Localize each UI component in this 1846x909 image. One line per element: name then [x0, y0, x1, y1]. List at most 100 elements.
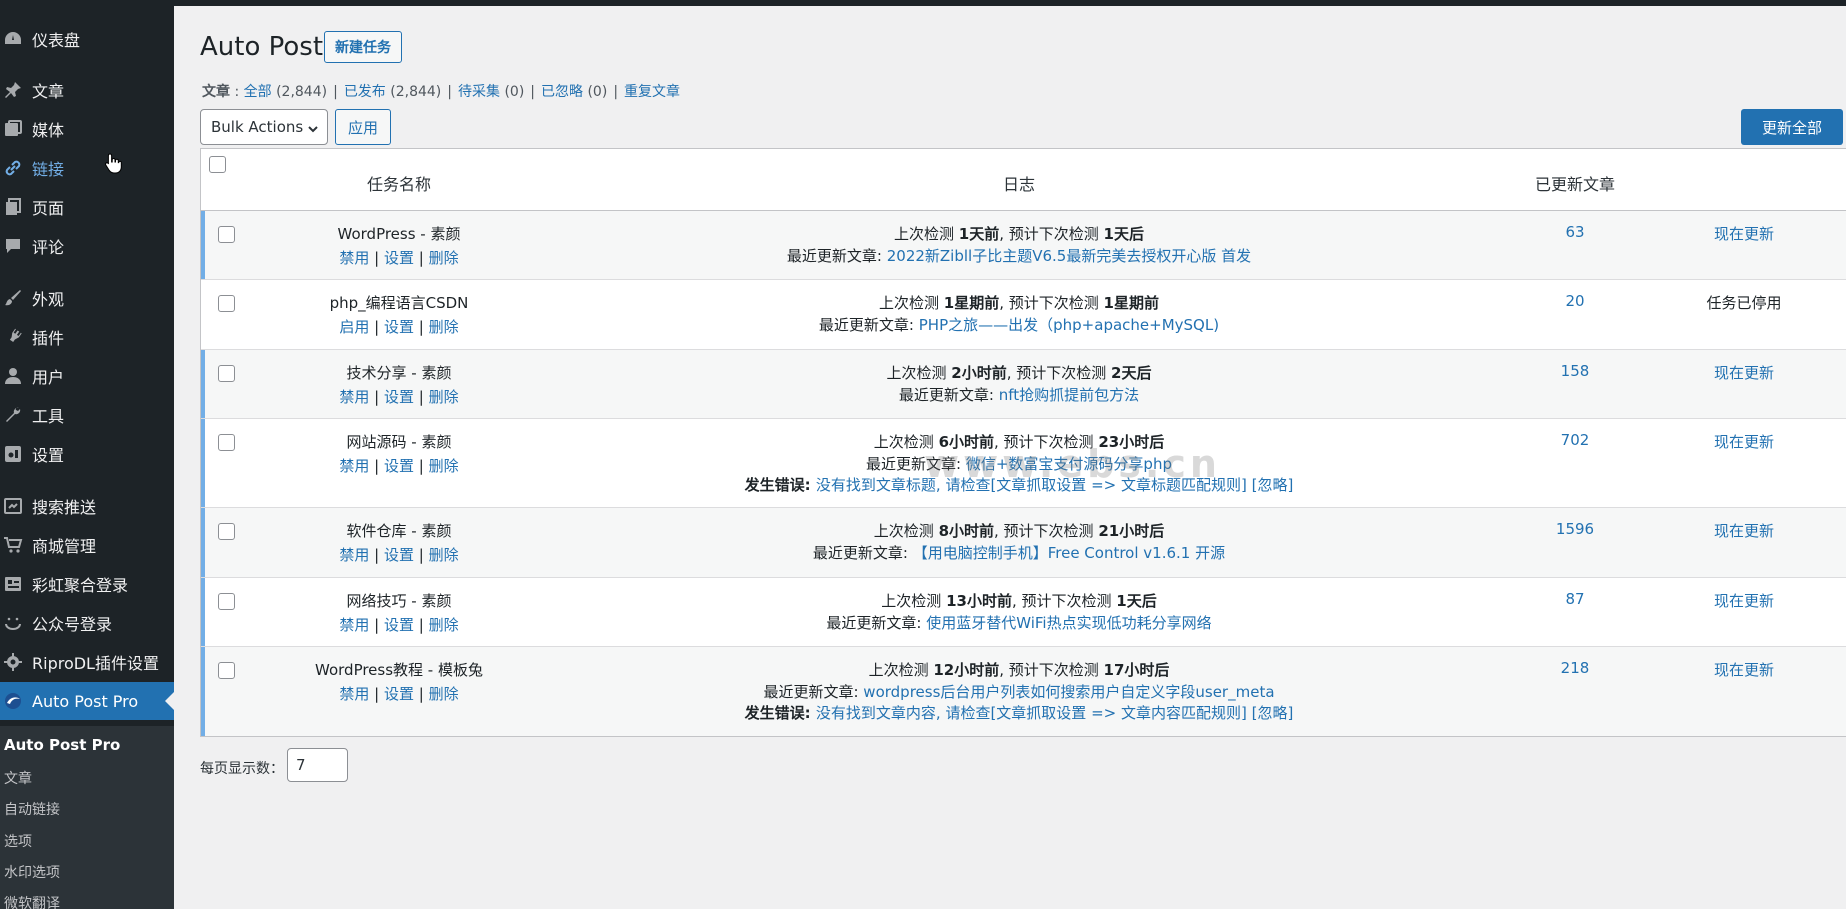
table-row: WordPress - 素颜 禁用 | 设置 | 删除 上次检测 1天前, 预计…	[201, 211, 1846, 280]
updated-count[interactable]: 20	[1565, 292, 1584, 310]
menu-comments[interactable]: 评论	[0, 227, 174, 265]
menu-tools[interactable]: 工具	[0, 396, 174, 434]
column-task-name[interactable]: 任务名称	[367, 171, 431, 195]
login-icon	[2, 573, 24, 595]
task-settings-link[interactable]: 设置	[384, 546, 414, 564]
update-all-button[interactable]: 更新全部	[1741, 109, 1843, 145]
updated-count[interactable]: 87	[1565, 590, 1584, 608]
updated-count[interactable]: 702	[1561, 431, 1590, 449]
row-checkbox[interactable]	[218, 662, 235, 679]
menu-shop[interactable]: 商城管理	[0, 526, 174, 564]
task-settings-link[interactable]: 设置	[384, 388, 414, 406]
task-settings-link[interactable]: 设置	[384, 249, 414, 267]
row-checkbox[interactable]	[218, 434, 235, 451]
menu-label: 用户	[32, 368, 65, 387]
toggle-task-link[interactable]: 禁用	[339, 249, 369, 267]
select-all-checkbox[interactable]	[209, 156, 226, 173]
submenu-auto-post-pro[interactable]: Auto Post Pro	[4, 736, 120, 754]
update-now-link[interactable]: 现在更新	[1714, 431, 1774, 452]
updated-count[interactable]: 63	[1565, 223, 1584, 241]
update-now-link[interactable]: 现在更新	[1714, 590, 1774, 611]
filter-ignored[interactable]: 已忽略 (0)	[541, 84, 607, 100]
toggle-task-link[interactable]: 禁用	[339, 685, 369, 703]
toggle-task-link[interactable]: 启用	[339, 318, 369, 336]
task-settings-link[interactable]: 设置	[384, 318, 414, 336]
update-now-link[interactable]: 现在更新	[1714, 223, 1774, 244]
submenu-options[interactable]: 选项	[4, 831, 32, 851]
submenu-watermark-options[interactable]: 水印选项	[4, 862, 60, 882]
delete-task-link[interactable]: 删除	[429, 388, 459, 406]
bulk-actions-select[interactable]: Bulk Actions	[200, 109, 328, 145]
new-task-button[interactable]: 新建任务	[324, 31, 402, 63]
update-now-link[interactable]: 现在更新	[1714, 362, 1774, 383]
column-log: 日志	[1002, 175, 1036, 194]
delete-task-link[interactable]: 删除	[429, 457, 459, 475]
task-settings-link[interactable]: 设置	[384, 616, 414, 634]
latest-post-link[interactable]: 【用电脑控制手机】Free Control v1.6.1 开源	[913, 544, 1225, 562]
error-detail-link[interactable]: 没有找到文章内容, 请检查[文章抓取设置 => 文章内容匹配规则]	[816, 704, 1247, 722]
updated-count[interactable]: 158	[1561, 362, 1590, 380]
menu-auto-post-pro[interactable]: Auto Post Pro	[0, 682, 174, 720]
row-checkbox[interactable]	[218, 593, 235, 610]
toggle-task-link[interactable]: 禁用	[339, 388, 369, 406]
filter-duplicates[interactable]: 重复文章	[624, 84, 680, 100]
table-row: 技术分享 - 素颜 禁用 | 设置 | 删除 上次检测 2小时前, 预计下次检测…	[201, 350, 1846, 419]
link-icon	[2, 157, 24, 179]
menu-rainbow-login[interactable]: 彩虹聚合登录	[0, 565, 174, 603]
update-now-link[interactable]: 现在更新	[1714, 520, 1774, 541]
task-settings-link[interactable]: 设置	[384, 685, 414, 703]
ignore-error-link[interactable]: [忽略]	[1252, 476, 1294, 494]
ignore-error-link[interactable]: [忽略]	[1252, 704, 1294, 722]
menu-posts[interactable]: 文章	[0, 71, 174, 109]
latest-post-link[interactable]: 使用蓝牙替代WiFi热点实现低功耗分享网络	[926, 614, 1211, 632]
submenu-posts[interactable]: 文章	[4, 768, 32, 788]
menu-search-push[interactable]: 搜索推送	[0, 487, 174, 525]
menu-dashboard[interactable]: 仪表盘	[0, 20, 174, 58]
menu-label: 文章	[32, 82, 65, 101]
delete-task-link[interactable]: 删除	[429, 249, 459, 267]
menu-pages[interactable]: 页面	[0, 188, 174, 226]
submenu-auto-links[interactable]: 自动链接	[4, 799, 60, 819]
table-row: 软件仓库 - 素颜 禁用 | 设置 | 删除 上次检测 8小时前, 预计下次检测…	[201, 508, 1846, 578]
menu-riprodl-settings[interactable]: RiproDL插件设置	[0, 643, 174, 681]
per-page-input[interactable]: 7	[287, 748, 348, 782]
row-checkbox[interactable]	[218, 295, 235, 312]
row-checkbox[interactable]	[218, 226, 235, 243]
submenu-microsoft-translate[interactable]: 微软翻译	[4, 893, 60, 909]
active-indicator	[165, 692, 174, 710]
latest-post-link[interactable]: 2022新Zibll子比主题V6.5最新完美去授权开心版 首发	[887, 247, 1251, 265]
updated-count[interactable]: 1596	[1556, 520, 1594, 538]
check-status: 上次检测 13小时前, 预计下次检测 1天后	[881, 592, 1157, 610]
row-checkbox[interactable]	[218, 523, 235, 540]
update-now-link[interactable]: 现在更新	[1714, 659, 1774, 680]
menu-wechat-login[interactable]: 公众号登录	[0, 604, 174, 642]
menu-label: 评论	[32, 238, 65, 257]
menu-appearance[interactable]: 外观	[0, 279, 174, 317]
latest-post-link[interactable]: nft抢购抓提前包方法	[999, 386, 1139, 404]
delete-task-link[interactable]: 删除	[429, 546, 459, 564]
filter-pending[interactable]: 待采集 (0)	[458, 84, 524, 100]
task-settings-link[interactable]: 设置	[384, 457, 414, 475]
filter-all[interactable]: 全部 (2,844)	[244, 84, 327, 100]
delete-task-link[interactable]: 删除	[429, 685, 459, 703]
column-updated-posts[interactable]: 已更新文章	[1535, 171, 1615, 195]
toggle-task-link[interactable]: 禁用	[339, 616, 369, 634]
filter-published[interactable]: 已发布 (2,844)	[344, 84, 441, 100]
delete-task-link[interactable]: 删除	[429, 318, 459, 336]
menu-plugins[interactable]: 插件	[0, 318, 174, 356]
row-actions: 禁用 | 设置 | 删除	[339, 546, 459, 564]
apply-button[interactable]: 应用	[335, 109, 391, 145]
row-actions: 禁用 | 设置 | 删除	[339, 616, 459, 634]
menu-users[interactable]: 用户	[0, 357, 174, 395]
toggle-task-link[interactable]: 禁用	[339, 457, 369, 475]
latest-post-link[interactable]: PHP之旅——出发（php+apache+MySQL)	[919, 316, 1219, 334]
delete-task-link[interactable]: 删除	[429, 616, 459, 634]
menu-media[interactable]: 媒体	[0, 110, 174, 148]
latest-post-link[interactable]: wordpress后台用户列表如何搜索用户自定义字段user_meta	[863, 683, 1274, 701]
toggle-task-link[interactable]: 禁用	[339, 546, 369, 564]
menu-links[interactable]: 链接	[0, 149, 174, 187]
menu-settings[interactable]: 设置	[0, 435, 174, 473]
table-row: WordPress教程 - 模板兔 禁用 | 设置 | 删除 上次检测 12小时…	[201, 647, 1846, 736]
updated-count[interactable]: 218	[1561, 659, 1590, 677]
row-checkbox[interactable]	[218, 365, 235, 382]
